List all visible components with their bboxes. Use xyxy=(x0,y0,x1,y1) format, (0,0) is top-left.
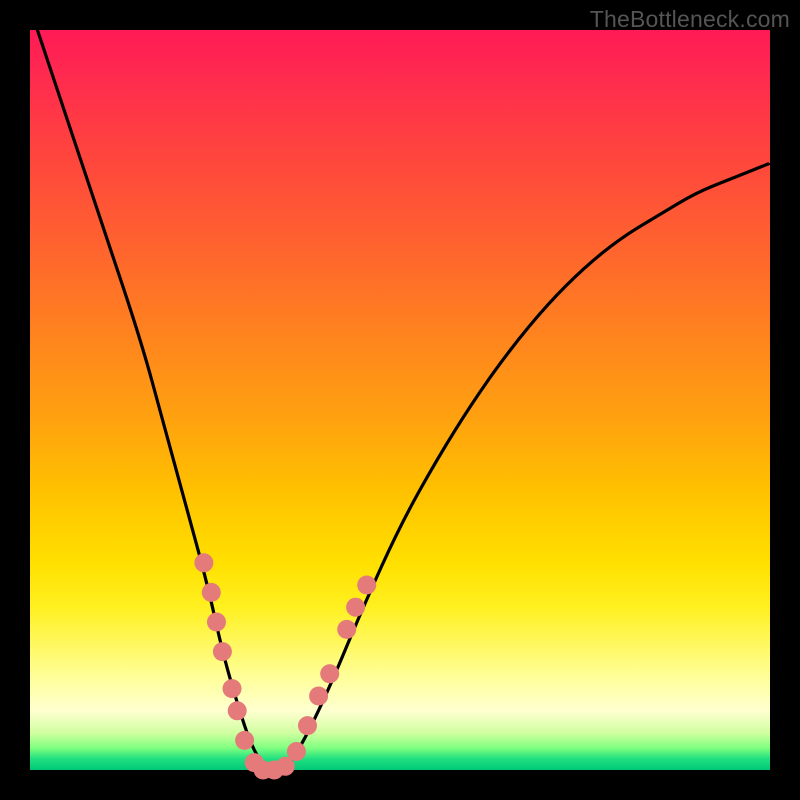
data-point xyxy=(357,576,376,595)
data-point xyxy=(287,742,306,761)
data-point xyxy=(309,687,328,706)
data-point xyxy=(235,731,254,750)
data-point xyxy=(337,620,356,639)
chart-svg xyxy=(30,30,770,770)
data-point xyxy=(223,679,242,698)
plot-area xyxy=(30,30,770,770)
data-point xyxy=(202,583,221,602)
watermark-label: TheBottleneck.com xyxy=(590,6,790,33)
data-point xyxy=(298,716,317,735)
data-point xyxy=(320,664,339,683)
data-point xyxy=(346,598,365,617)
data-point xyxy=(194,553,213,572)
data-point xyxy=(207,613,226,632)
data-point xyxy=(228,701,247,720)
data-markers xyxy=(194,553,376,779)
bottleneck-curve xyxy=(30,8,770,770)
data-point xyxy=(213,642,232,661)
